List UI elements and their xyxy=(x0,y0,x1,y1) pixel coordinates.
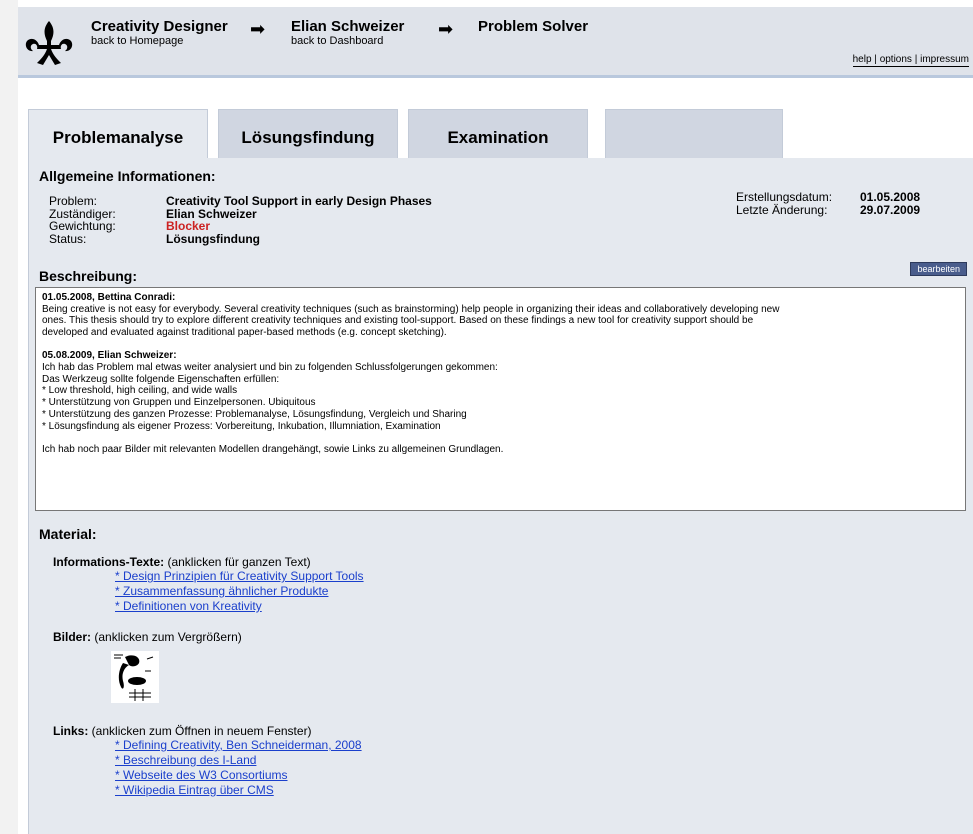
tab-loesungsfindung[interactable]: Lösungsfindung xyxy=(218,109,398,159)
weight-label: Gewichtung: xyxy=(49,219,116,233)
entry-line: Ich hab das Problem mal etwas weiter ana… xyxy=(42,362,498,374)
crumb-title[interactable]: Elian Schweizer xyxy=(291,18,404,35)
impressum-link[interactable]: impressum xyxy=(920,54,969,65)
entry-line: Being creative is not easy for everybody… xyxy=(42,303,780,315)
crumb-creativity-designer[interactable]: Creativity Designer back to Homepage xyxy=(91,18,228,48)
external-link[interactable]: * Beschreibung des I-Land xyxy=(115,753,256,767)
description-entry: 01.05.2008, Bettina Conradi: Being creat… xyxy=(42,292,959,339)
info-texts-label: Informations-Texte: (anklicken für ganze… xyxy=(53,555,311,569)
weight-value: Blocker xyxy=(166,219,211,233)
description-heading: Beschreibung: xyxy=(39,268,138,284)
entry-line: * Low threshold, high ceiling, and wide … xyxy=(42,385,238,397)
crumb-title: Problem Solver xyxy=(478,18,589,35)
created-date-value: 01.05.2008 xyxy=(860,190,921,204)
general-info-list: Problem: Creativity Tool Support in earl… xyxy=(49,195,549,247)
problem-value: Creativity Tool Support in early Design … xyxy=(166,194,432,208)
images-label: Bilder: (anklicken zum Vergrößern) xyxy=(53,630,242,644)
link-separator: | xyxy=(871,54,880,65)
arrow-right-icon: ➡ xyxy=(250,19,266,39)
fleur-de-lis-logo-icon[interactable] xyxy=(25,19,73,67)
links-label: Links: (anklicken zum Öffnen in neuem Fe… xyxy=(53,724,312,738)
description-entry: Ich hab noch paar Bilder mit relevanten … xyxy=(42,444,959,456)
entry-line: developed and evaluated against traditio… xyxy=(42,327,447,339)
back-to-homepage-link[interactable]: back to Homepage xyxy=(91,35,228,48)
crumb-elian-schweizer[interactable]: Elian Schweizer back to Dashboard xyxy=(291,18,404,48)
entry-line: Ich hab noch paar Bilder mit relevanten … xyxy=(42,443,504,455)
status-value: Lösungsfindung xyxy=(166,231,260,246)
crumb-problem-solver: Problem Solver xyxy=(478,18,588,35)
info-texts-hint: (anklicken für ganzen Text) xyxy=(164,555,311,569)
problem-label: Problem: xyxy=(49,194,98,208)
external-link[interactable]: * Defining Creativity, Ben Schneiderman,… xyxy=(115,738,362,752)
description-entry: 05.08.2009, Elian Schweizer: Ich hab das… xyxy=(42,350,959,432)
link-separator: | xyxy=(911,54,921,65)
entry-line: Das Werkzeug sollte folgende Eigenschaft… xyxy=(42,373,280,385)
page: Creativity Designer back to Homepage ➡ E… xyxy=(18,0,973,834)
created-date-label: Erstellungsdatum: xyxy=(736,190,833,204)
external-link[interactable]: * Webseite des W3 Consortiums xyxy=(115,768,288,782)
tab-empty xyxy=(605,109,783,159)
info-text-link[interactable]: * Zusammenfassung ähnlicher Produkte xyxy=(115,584,328,598)
model-image-thumbnail[interactable] xyxy=(111,651,159,703)
description-box: 01.05.2008, Bettina Conradi: Being creat… xyxy=(35,287,966,511)
back-to-dashboard-link[interactable]: back to Dashboard xyxy=(291,35,404,48)
tab-examination[interactable]: Examination xyxy=(408,109,588,159)
entry-line: * Lösungsfindung als eigener Prozess: Vo… xyxy=(42,420,441,432)
content-panel: Allgemeine Informationen: Problem: Creat… xyxy=(28,158,973,834)
general-info-heading: Allgemeine Informationen: xyxy=(39,168,216,184)
images-title: Bilder: xyxy=(53,630,92,644)
info-texts-title: Informations-Texte: xyxy=(53,555,165,569)
images-hint: (anklicken zum Vergrößern) xyxy=(91,630,242,644)
crumb-title[interactable]: Creativity Designer xyxy=(91,18,228,35)
options-link[interactable]: options xyxy=(880,54,912,65)
modified-date-value: 29.07.2009 xyxy=(860,203,921,217)
top-links: help | options | impressum xyxy=(852,54,969,67)
tab-problemanalyse[interactable]: Problemanalyse xyxy=(28,109,208,161)
links-title: Links: xyxy=(53,724,89,738)
modified-date-label: Letzte Änderung: xyxy=(736,203,828,217)
info-text-link[interactable]: * Definitionen von Kreativity xyxy=(115,599,262,613)
info-text-link[interactable]: * Design Prinzipien für Creativity Suppo… xyxy=(115,569,364,583)
entry-author: 05.08.2009, Elian Schweizer: xyxy=(42,350,177,362)
dates-list: Erstellungsdatum: 01.05.2008 Letzte Ände… xyxy=(736,191,966,219)
status-label: Status: xyxy=(49,231,87,246)
arrow-right-icon: ➡ xyxy=(438,19,454,39)
links-hint: (anklicken zum Öffnen in neuem Fenster) xyxy=(88,724,312,738)
entry-line: ones. This thesis should try to explore … xyxy=(42,315,754,327)
entry-author: 01.05.2008, Bettina Conradi: xyxy=(42,292,176,303)
material-heading: Material: xyxy=(39,526,97,542)
help-link[interactable]: help xyxy=(853,54,872,65)
entry-line: * Unterstützung von Gruppen und Einzelpe… xyxy=(42,397,316,409)
header-bar: Creativity Designer back to Homepage ➡ E… xyxy=(18,7,973,78)
entry-line: * Unterstützung des ganzen Prozesse: Pro… xyxy=(42,408,467,420)
external-link[interactable]: * Wikipedia Eintrag über CMS xyxy=(115,783,274,797)
edit-button[interactable]: bearbeiten xyxy=(910,262,967,276)
